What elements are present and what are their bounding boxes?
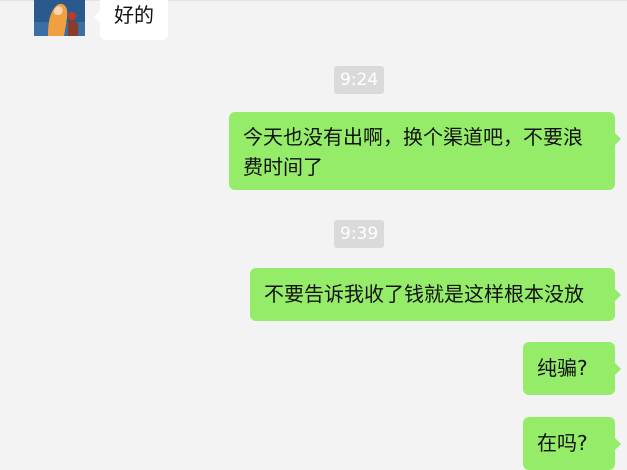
message-text: 今天也没有出啊，换个渠道吧，不要浪费时间了	[243, 125, 583, 179]
outgoing-message-bubble[interactable]: 不要告诉我收了钱就是这样根本没放	[250, 268, 621, 321]
message-text: 不要告诉我收了钱就是这样根本没放	[264, 282, 584, 306]
message-text: 好的	[114, 3, 154, 27]
outgoing-message-bubble[interactable]: 在吗?	[523, 417, 621, 470]
message-text: 在吗?	[537, 431, 588, 455]
outgoing-message-bubble[interactable]: 今天也没有出啊，换个渠道吧，不要浪费时间了	[229, 112, 621, 190]
top-divider	[0, 0, 627, 1]
timestamp-text: 9:24	[340, 70, 379, 90]
contact-avatar[interactable]	[34, 0, 85, 36]
message-text: 纯骗?	[537, 356, 588, 380]
timestamp: 9:24	[334, 66, 385, 94]
avatar-image-icon	[34, 0, 85, 36]
outgoing-message-bubble[interactable]: 纯骗?	[523, 342, 621, 395]
incoming-message-bubble[interactable]: 好的	[94, 0, 168, 40]
timestamp-text: 9:39	[340, 224, 379, 244]
timestamp: 9:39	[334, 220, 385, 248]
